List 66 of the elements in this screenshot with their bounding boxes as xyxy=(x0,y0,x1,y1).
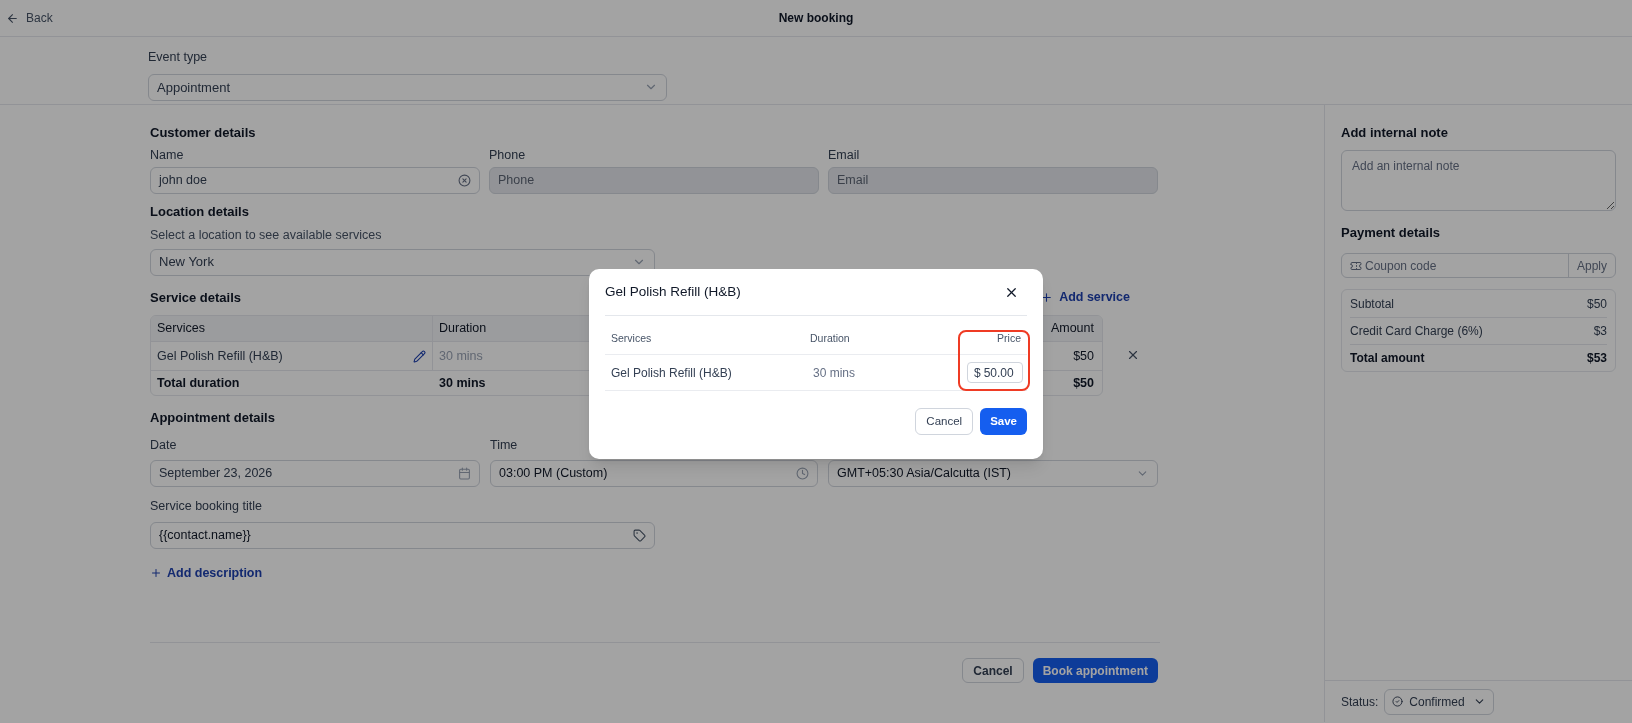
summary-value: $3 xyxy=(1593,323,1607,340)
column-header: Amount xyxy=(1049,320,1095,338)
status-label: Status: xyxy=(1341,693,1379,711)
title-field[interactable]: {{contact.name}} xyxy=(150,522,655,549)
table-cell-text: Gel Polish Refill (H&B) xyxy=(157,347,283,365)
add-description-link[interactable]: Add description xyxy=(150,564,263,583)
field-label: Name xyxy=(150,146,184,164)
summary-value: $50 xyxy=(1586,295,1607,313)
ticket-icon xyxy=(1350,259,1362,272)
timezone-select[interactable]: GMT+05:30 Asia/Calcutta (IST) xyxy=(828,460,1158,488)
column-header: Price xyxy=(997,331,1022,347)
section-heading: Appointment details xyxy=(150,409,275,427)
column-header: Services xyxy=(610,331,653,347)
summary-label: Subtotal xyxy=(1350,295,1395,313)
apply-button[interactable]: Apply xyxy=(1567,254,1615,277)
status-select[interactable]: Confirmed xyxy=(1384,688,1495,715)
summary-label: Total amount xyxy=(1350,350,1425,367)
field-label: Email xyxy=(828,146,860,164)
tag-icon xyxy=(633,529,646,542)
hint-text: Select a location to see available services xyxy=(150,226,383,244)
time-field[interactable]: 03:00 PM (Custom) xyxy=(490,460,818,488)
add-service-link[interactable]: Add service xyxy=(1040,287,1130,307)
cancel-button[interactable]: Cancel xyxy=(962,658,1024,683)
pencil-icon[interactable] xyxy=(413,349,426,363)
plus-icon xyxy=(150,567,162,580)
note-field[interactable]: Add an internal note xyxy=(1341,149,1616,211)
field-label: Phone xyxy=(489,146,526,164)
date-field[interactable]: September 23, 2026 xyxy=(150,460,480,488)
price-field[interactable]: $ 50.00 xyxy=(967,362,1023,383)
field-label: Event type xyxy=(148,49,208,66)
location-select[interactable]: New York xyxy=(150,248,655,276)
column-header: Services xyxy=(151,316,433,341)
field-label: Service booking title xyxy=(150,498,262,516)
section-heading: Service details xyxy=(150,288,242,307)
arrow-left-icon xyxy=(6,11,19,25)
table-cell-text: $50 xyxy=(1072,374,1095,392)
section-heading: Customer details xyxy=(150,124,256,142)
summary-value: $53 xyxy=(1586,350,1607,367)
coupon-field[interactable]: Coupon code Apply xyxy=(1341,253,1616,278)
check-circle-icon xyxy=(1392,696,1404,707)
table-cell-text: Total duration xyxy=(156,374,241,392)
table-cell-text: 30 mins xyxy=(812,364,857,382)
dialog-title: Gel Polish Refill (H&B) xyxy=(605,282,741,301)
calendar-icon xyxy=(458,467,471,481)
table-cell-text: Gel Polish Refill (H&B) xyxy=(610,364,733,382)
table-cell-text: 30 mins xyxy=(438,347,484,365)
summary-label: Credit Card Charge (6%) xyxy=(1350,323,1483,340)
cancel-button[interactable]: Cancel xyxy=(915,408,974,435)
clock-icon xyxy=(796,467,809,481)
clear-icon[interactable] xyxy=(458,174,471,188)
back-button[interactable]: Back xyxy=(6,9,53,27)
field-label: Date xyxy=(150,436,177,454)
section-heading: Location details xyxy=(150,203,249,222)
table-cell-text: 30 mins xyxy=(438,374,487,392)
section-heading: Payment details xyxy=(1341,223,1440,242)
field-label: Time xyxy=(490,436,518,454)
book-appointment-button[interactable]: Book appointment xyxy=(1032,658,1158,683)
column-header: Duration xyxy=(438,320,488,338)
text-field[interactable]: john doe xyxy=(150,167,480,195)
page-title: New booking xyxy=(778,10,854,27)
table-cell-text: $50 xyxy=(1072,347,1095,365)
save-button[interactable]: Save xyxy=(980,408,1027,435)
event-type-select[interactable]: Appointment xyxy=(148,73,667,101)
section-heading: Add internal note xyxy=(1341,124,1448,142)
column-header: Duration xyxy=(810,331,851,347)
plus-icon xyxy=(1040,290,1054,304)
